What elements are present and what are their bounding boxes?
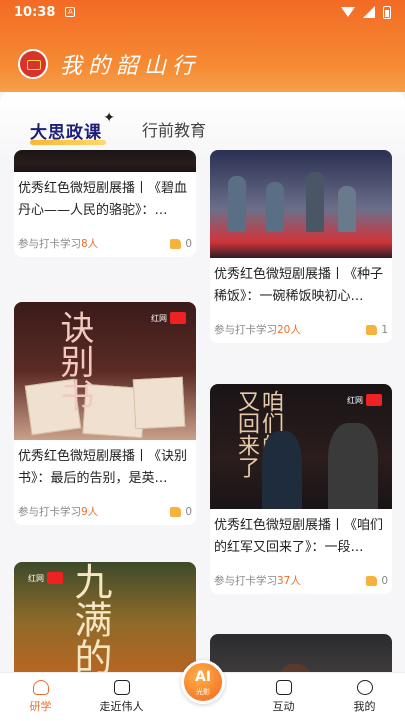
- like-count: 0: [185, 237, 192, 250]
- notification-icon: A: [65, 7, 76, 17]
- brand: 我的韶山行: [18, 48, 200, 80]
- channel-logo: 红网: [28, 572, 63, 584]
- status-bar: 10:38 A: [0, 0, 405, 24]
- video-card[interactable]: 咱们的红军又回来了 红网 优秀红色微短剧展播丨《咱们的红军又回来了》：一段… 参…: [210, 384, 392, 594]
- video-card[interactable]: [210, 634, 392, 672]
- participants-label: 参与打卡学习: [214, 324, 277, 336]
- thumbnail-calligraphy: 诀别书: [54, 310, 94, 412]
- video-thumbnail: [210, 150, 392, 258]
- status-time: 10:38: [14, 4, 56, 20]
- nav-label: 研学: [29, 700, 52, 713]
- performer-figure: [338, 186, 356, 232]
- actress-figure: [262, 431, 302, 509]
- performer-figure: [266, 182, 284, 232]
- sparkle-icon: ✦: [103, 110, 116, 126]
- card-meta: 参与打卡学习 20人 1: [210, 314, 392, 343]
- nav-hudong[interactable]: 互动: [243, 673, 324, 721]
- card-title: 优秀红色微短剧展播丨《咱们的红军又回来了》：一段…: [214, 518, 384, 555]
- participants-label: 参与打卡学习: [214, 575, 277, 587]
- tab-active-indicator: [30, 140, 106, 145]
- video-card[interactable]: 九满的 红网: [14, 562, 196, 672]
- letter-paper: [132, 376, 186, 430]
- chat-icon: [275, 680, 292, 695]
- card-meta: 参与打卡学习 37人 0: [210, 565, 392, 594]
- emblem-icon: [18, 49, 48, 79]
- channel-logo: 红网: [347, 394, 382, 406]
- like-control[interactable]: 1: [366, 324, 388, 336]
- thumbs-up-icon: [366, 324, 378, 335]
- brand-title: 我的韶山行: [60, 54, 201, 79]
- video-thumbnail: 咱们的红军又回来了 红网: [210, 384, 392, 509]
- video-card[interactable]: 诀别书 红网 优秀红色微短剧展播丨《诀别书》：最后的告别，是英… 参与打卡学习 …: [14, 302, 196, 525]
- like-count: 0: [381, 574, 388, 587]
- video-thumbnail: [210, 634, 392, 672]
- nav-label: 我的: [353, 700, 376, 713]
- home-icon: [32, 680, 49, 695]
- thumbs-up-icon: [170, 506, 182, 517]
- wifi-icon: [341, 7, 355, 17]
- nav-yanxue[interactable]: 研学: [0, 673, 81, 721]
- video-thumbnail: [14, 150, 196, 172]
- performer-figure: [306, 172, 324, 232]
- actor-figure: [328, 423, 378, 509]
- thumbnail-calligraphy: 九满的: [68, 562, 112, 672]
- like-control[interactable]: 0: [170, 506, 192, 518]
- performer-figure: [280, 664, 310, 672]
- channel-logo: 红网: [151, 312, 186, 324]
- video-card[interactable]: 优秀红色微短剧展播丨《碧血丹心——人民的骆驼》：… 参与打卡学习 8人 0: [14, 150, 196, 257]
- thumbs-up-icon: [366, 575, 378, 586]
- participants-label: 参与打卡学习: [18, 506, 81, 518]
- card-title: 优秀红色微短剧展播丨《诀别书》：最后的告别，是英…: [18, 449, 188, 486]
- card-title: 优秀红色微短剧展播丨《种子稀饭》：一碗稀饭映初心…: [214, 267, 384, 304]
- participants-count: 20人: [277, 324, 301, 336]
- ai-button[interactable]: AI 光影: [181, 660, 225, 704]
- video-card[interactable]: 优秀红色微短剧展播丨《种子稀饭》：一碗稀饭映初心… 参与打卡学习 20人 1: [210, 150, 392, 343]
- participants-label: 参与打卡学习: [18, 238, 81, 250]
- ai-label: AI: [194, 669, 212, 685]
- participants-count: 37人: [277, 575, 301, 587]
- like-count: 1: [381, 323, 388, 336]
- nav-zoujin[interactable]: 走近伟人: [81, 673, 162, 721]
- app-header: 10:38 A 我的韶山行: [0, 0, 405, 92]
- nav-wode[interactable]: 我的: [324, 673, 405, 721]
- thumbs-up-icon: [170, 238, 182, 249]
- card-meta: 参与打卡学习 9人 0: [14, 496, 196, 525]
- like-control[interactable]: 0: [366, 575, 388, 587]
- monitor-icon: [113, 680, 130, 695]
- signal-icon: [363, 6, 375, 18]
- like-count: 0: [185, 505, 192, 518]
- profile-icon: [356, 680, 373, 695]
- battery-icon: [383, 5, 391, 19]
- participants-count: 9人: [81, 506, 99, 518]
- card-meta: 参与打卡学习 8人 0: [14, 228, 196, 257]
- video-thumbnail: 诀别书 红网: [14, 302, 196, 440]
- like-control[interactable]: 0: [170, 238, 192, 250]
- ai-sublabel: 光影: [196, 688, 210, 696]
- tab-xingqian[interactable]: 行前教育: [142, 117, 206, 141]
- nav-label: 走近伟人: [99, 700, 144, 713]
- performer-figure: [228, 176, 246, 232]
- video-thumbnail: 九满的 红网: [14, 562, 196, 672]
- card-title: 优秀红色微短剧展播丨《碧血丹心——人民的骆驼》：…: [18, 181, 188, 218]
- nav-label: 互动: [272, 700, 295, 713]
- participants-count: 8人: [81, 238, 99, 250]
- content-panel: 大思政课 ✦ 行前教育 优秀红色微短剧展播丨《碧血丹心——人民的骆驼》：… 参与…: [0, 92, 405, 672]
